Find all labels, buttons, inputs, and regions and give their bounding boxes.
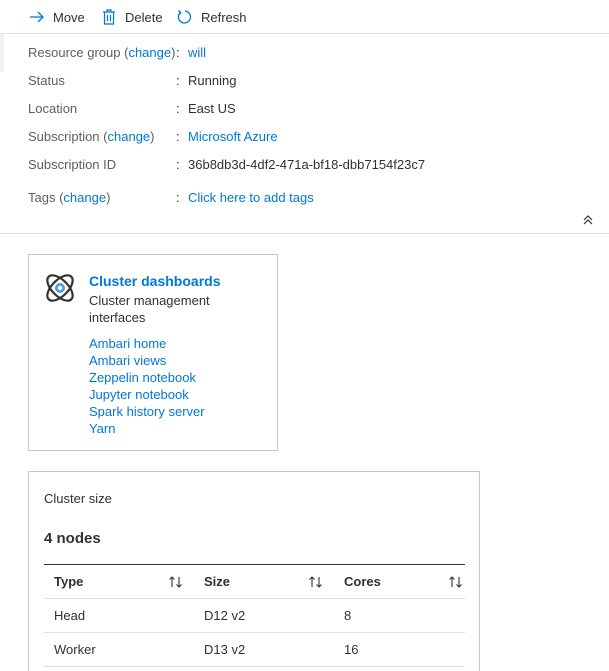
cluster-dashboards-subtitle: Cluster management interfaces xyxy=(89,293,210,325)
resource-group-label: Resource group xyxy=(28,44,121,60)
colon: : xyxy=(176,72,180,88)
cell-cores: 16 xyxy=(344,642,359,657)
ambari-views-link[interactable]: Ambari views xyxy=(89,352,205,369)
add-tags-link[interactable]: Click here to add tags xyxy=(188,190,314,205)
cell-size: D13 v2 xyxy=(204,642,246,657)
tags-label: Tags xyxy=(28,189,56,205)
tags-change-link[interactable]: change xyxy=(63,190,106,205)
subscription-change-link[interactable]: change xyxy=(108,129,151,144)
resource-group-change-link[interactable]: change xyxy=(128,45,171,60)
subscription-id-label: Subscription ID xyxy=(28,156,117,172)
collapse-essentials-icon[interactable] xyxy=(582,214,596,228)
zeppelin-notebook-link[interactable]: Zeppelin notebook xyxy=(89,369,205,386)
essentials-panel: Resource group (change) : will Status : … xyxy=(0,34,609,234)
sort-size-icon[interactable] xyxy=(308,575,324,589)
status-row: Status : Running xyxy=(28,70,598,90)
column-header-cores: Cores xyxy=(344,574,381,589)
cluster-size-table: Type Size Cores Head D12 v2 8 Worker D13… xyxy=(44,564,465,667)
sort-cores-icon[interactable] xyxy=(448,575,464,589)
subscription-label: Subscription xyxy=(28,128,100,144)
subscription-id-row: Subscription ID : 36b8db3d-4df2-471a-bf1… xyxy=(28,154,598,174)
jupyter-notebook-link[interactable]: Jupyter notebook xyxy=(89,386,205,403)
colon: : xyxy=(176,100,180,116)
cell-size: D12 v2 xyxy=(204,608,246,623)
cluster-size-title: Cluster size xyxy=(44,491,112,506)
refresh-label: Refresh xyxy=(201,9,247,25)
cell-cores: 8 xyxy=(344,608,352,623)
status-label: Status xyxy=(28,72,65,88)
cluster-dashboards-card: Cluster dashboards Cluster management in… xyxy=(28,254,278,451)
subscription-key: Subscription (change) xyxy=(28,128,155,144)
refresh-icon xyxy=(176,8,194,26)
resource-group-key: Resource group (change) xyxy=(28,44,176,60)
location-value: East US xyxy=(188,100,236,116)
move-label: Move xyxy=(53,9,85,25)
table-row[interactable]: Head D12 v2 8 xyxy=(44,599,465,633)
column-header-size: Size xyxy=(204,574,231,589)
dashboard-links: Ambari home Ambari views Zeppelin notebo… xyxy=(89,335,205,437)
location-label: Location xyxy=(28,100,78,116)
cell-type: Worker xyxy=(54,642,96,657)
refresh-button[interactable]: Refresh xyxy=(176,6,247,28)
colon: : xyxy=(176,156,180,172)
subscription-id-value: 36b8db3d-4df2-471a-bf18-dbb7154f23c7 xyxy=(188,156,426,172)
resource-group-row: Resource group (change) : will xyxy=(28,42,598,62)
node-count: 4 nodes xyxy=(44,530,101,547)
subscription-value-link[interactable]: Microsoft Azure xyxy=(188,129,278,144)
status-value: Running xyxy=(188,72,237,88)
column-header-type: Type xyxy=(54,574,84,589)
colon: : xyxy=(176,189,180,205)
cluster-size-card[interactable]: Cluster size 4 nodes Type Size Cores Hea… xyxy=(28,471,480,671)
spark-history-server-link[interactable]: Spark history server xyxy=(89,403,205,420)
location-row: Location : East US xyxy=(28,98,598,118)
delete-button[interactable]: Delete xyxy=(100,6,163,28)
table-header-row: Type Size Cores xyxy=(44,565,465,599)
cluster-dashboards-title-link[interactable]: Cluster dashboards xyxy=(89,273,220,289)
subscription-row: Subscription (change) : Microsoft Azure xyxy=(28,126,598,146)
arrow-right-icon xyxy=(28,8,46,26)
colon: : xyxy=(176,44,180,60)
trash-icon xyxy=(100,8,118,26)
delete-label: Delete xyxy=(125,9,163,25)
sort-type-icon[interactable] xyxy=(168,575,184,589)
move-button[interactable]: Move xyxy=(28,6,85,28)
resource-group-value-link[interactable]: will xyxy=(188,45,206,60)
tags-row: Tags (change) : Click here to add tags xyxy=(28,187,598,207)
command-bar: Move Delete Refresh xyxy=(0,0,609,34)
cell-type: Head xyxy=(54,608,86,623)
cluster-orbit-icon xyxy=(43,271,77,305)
tags-key: Tags (change) xyxy=(28,189,111,205)
table-row[interactable]: Worker D13 v2 16 xyxy=(44,633,465,667)
ambari-home-link[interactable]: Ambari home xyxy=(89,335,205,352)
colon: : xyxy=(176,128,180,144)
yarn-link[interactable]: Yarn xyxy=(89,420,205,437)
